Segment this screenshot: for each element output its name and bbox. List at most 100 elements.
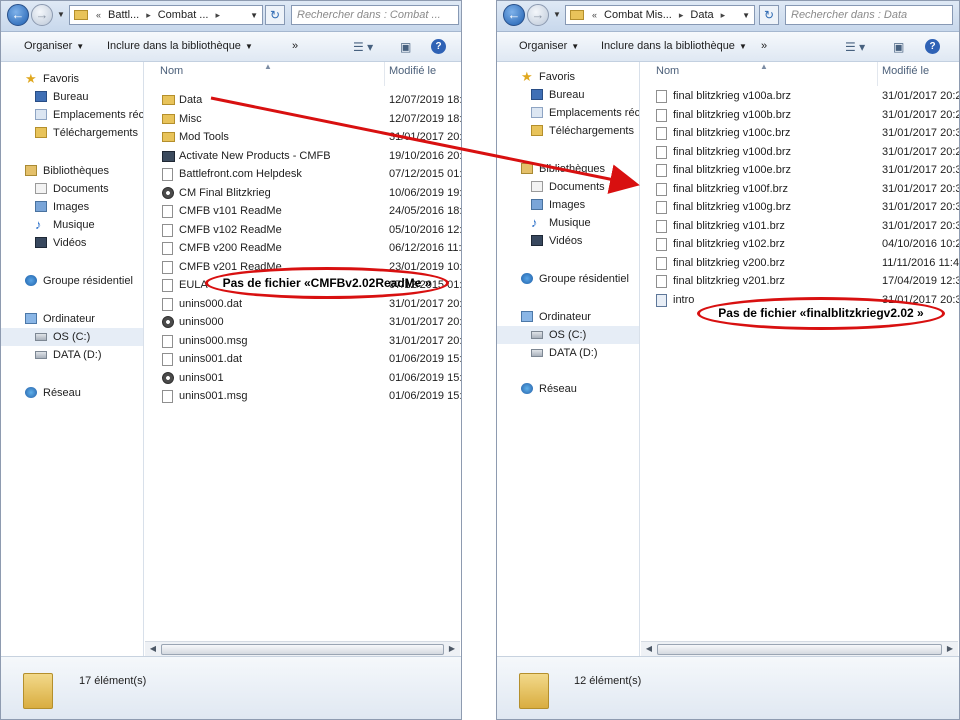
file-row[interactable]: final blitzkrieg v101.brz 31/01/2017 20:3 bbox=[640, 217, 959, 235]
nav-item[interactable]: OS (C:) bbox=[1, 328, 143, 346]
breadcrumb[interactable]: «Combat Mis... ▸ Data ▸ ▼ bbox=[565, 5, 755, 25]
file-row[interactable]: unins001 01/06/2019 15:0 bbox=[144, 369, 461, 387]
file-row[interactable]: unins000 31/01/2017 20:4 bbox=[144, 313, 461, 331]
address-dropdown-icon[interactable]: ▼ bbox=[738, 11, 754, 20]
view-options-icon[interactable]: ☰ ▾ bbox=[845, 40, 865, 54]
breadcrumb-chevron-icon[interactable]: ▸ bbox=[717, 10, 730, 21]
column-header-modified[interactable]: Modifié le bbox=[882, 65, 929, 77]
refresh-button[interactable]: ↻ bbox=[265, 5, 285, 25]
breadcrumb-chevron-icon[interactable]: ▸ bbox=[675, 10, 688, 21]
nav-item[interactable]: Emplacements réce bbox=[1, 106, 143, 124]
include-in-library-menu[interactable]: Inclure dans la bibliothèque ▼ bbox=[107, 40, 253, 52]
file-row[interactable]: CM Final Blitzkrieg 10/06/2019 19:1 bbox=[144, 184, 461, 202]
more-commands-button[interactable]: » bbox=[761, 40, 767, 52]
breadcrumb-chevron-icon[interactable]: ▸ bbox=[211, 10, 224, 21]
preview-pane-icon[interactable]: ▣ bbox=[893, 40, 904, 54]
organize-menu[interactable]: Organiser ▼ bbox=[24, 40, 84, 52]
nav-item[interactable]: Images bbox=[1, 198, 143, 216]
more-commands-button[interactable]: » bbox=[292, 40, 298, 52]
nav-item[interactable]: Téléchargements bbox=[497, 122, 639, 140]
search-input[interactable]: Rechercher dans : Combat ... bbox=[291, 5, 459, 25]
file-row[interactable]: Activate New Products - CMFB 19/10/2016 2… bbox=[144, 147, 461, 165]
nav-item[interactable]: Documents bbox=[1, 180, 143, 198]
include-in-library-menu[interactable]: Inclure dans la bibliothèque ▼ bbox=[601, 40, 747, 52]
scroll-right-icon[interactable]: ▶ bbox=[943, 643, 957, 655]
view-options-icon[interactable]: ☰ ▾ bbox=[353, 40, 373, 54]
nav-item[interactable]: Groupe résidentiel bbox=[1, 272, 143, 290]
file-row[interactable]: Misc 12/07/2019 18:1 bbox=[144, 110, 461, 128]
file-row[interactable]: Mod Tools 31/01/2017 20:3 bbox=[144, 128, 461, 146]
nav-item[interactable]: DATA (D:) bbox=[1, 346, 143, 364]
organize-menu[interactable]: Organiser ▼ bbox=[519, 40, 579, 52]
file-row[interactable]: final blitzkrieg v200.brz 11/11/2016 11:4 bbox=[640, 254, 959, 272]
nav-item[interactable]: Bibliothèques bbox=[1, 162, 143, 180]
refresh-button[interactable]: ↻ bbox=[759, 5, 779, 25]
nav-item[interactable]: OS (C:) bbox=[497, 326, 639, 344]
nav-item[interactable]: Documents bbox=[497, 178, 639, 196]
nav-item[interactable]: Réseau bbox=[497, 380, 639, 398]
nav-item[interactable]: Images bbox=[497, 196, 639, 214]
breadcrumb-segment[interactable]: Combat ... bbox=[155, 9, 212, 21]
nav-item[interactable]: Téléchargements bbox=[1, 124, 143, 142]
file-row[interactable]: Battlefront.com Helpdesk 07/12/2015 01:2 bbox=[144, 165, 461, 183]
file-row[interactable]: final blitzkrieg v100a.brz 31/01/2017 20:… bbox=[640, 87, 959, 105]
nav-item[interactable]: Bureau bbox=[1, 88, 143, 106]
help-icon[interactable]: ? bbox=[925, 39, 940, 54]
file-row[interactable]: CMFB v102 ReadMe 05/10/2016 12:0 bbox=[144, 221, 461, 239]
breadcrumb[interactable]: «Battl... ▸ Combat ... ▸ ▼ bbox=[69, 5, 263, 25]
nav-item[interactable]: Réseau bbox=[1, 384, 143, 402]
file-row[interactable]: final blitzkrieg v100g.brz 31/01/2017 20:… bbox=[640, 198, 959, 216]
nav-item[interactable]: Vidéos bbox=[497, 232, 639, 250]
horizontal-scrollbar[interactable]: ◀ ▶ bbox=[641, 641, 958, 656]
file-row[interactable]: unins001.msg 01/06/2019 15:0 bbox=[144, 387, 461, 405]
file-row[interactable]: final blitzkrieg v100c.brz 31/01/2017 20:… bbox=[640, 124, 959, 142]
back-button[interactable]: ← bbox=[503, 4, 525, 26]
breadcrumb-overflow-icon[interactable]: « bbox=[588, 10, 601, 20]
file-row[interactable]: final blitzkrieg v201.brz 17/04/2019 12:3 bbox=[640, 272, 959, 290]
file-row[interactable]: unins000.msg 31/01/2017 20:4 bbox=[144, 332, 461, 350]
file-row[interactable]: final blitzkrieg v100f.brz 31/01/2017 20:… bbox=[640, 180, 959, 198]
breadcrumb-overflow-icon[interactable]: « bbox=[92, 10, 105, 20]
recent-pages-chevron-icon[interactable]: ▼ bbox=[553, 10, 561, 19]
scrollbar-thumb[interactable] bbox=[161, 644, 444, 655]
file-row[interactable]: CMFB v200 ReadMe 06/12/2016 11:2 bbox=[144, 239, 461, 257]
column-divider[interactable] bbox=[877, 62, 878, 86]
file-row[interactable]: unins001.dat 01/06/2019 15:0 bbox=[144, 350, 461, 368]
file-row[interactable]: final blitzkrieg v100b.brz 31/01/2017 20:… bbox=[640, 106, 959, 124]
scroll-left-icon[interactable]: ◀ bbox=[642, 643, 656, 655]
help-icon[interactable]: ? bbox=[431, 39, 446, 54]
nav-item[interactable]: Emplacements réce bbox=[497, 104, 639, 122]
column-divider[interactable] bbox=[384, 62, 385, 86]
nav-item[interactable]: Ordinateur bbox=[1, 310, 143, 328]
nav-item[interactable]: Ordinateur bbox=[497, 308, 639, 326]
file-row[interactable]: final blitzkrieg v102.brz 04/10/2016 10:2 bbox=[640, 235, 959, 253]
column-header-name[interactable]: Nom bbox=[160, 65, 183, 77]
nav-item[interactable]: Groupe résidentiel bbox=[497, 270, 639, 288]
address-dropdown-icon[interactable]: ▼ bbox=[246, 11, 262, 20]
nav-item[interactable]: ♪ Musique bbox=[1, 216, 143, 234]
column-header-modified[interactable]: Modifié le bbox=[389, 65, 436, 77]
nav-item[interactable]: ♪ Musique bbox=[497, 214, 639, 232]
breadcrumb-segment[interactable]: Data bbox=[687, 9, 716, 21]
recent-pages-chevron-icon[interactable]: ▼ bbox=[57, 10, 65, 19]
forward-button[interactable]: → bbox=[31, 4, 53, 26]
scroll-right-icon[interactable]: ▶ bbox=[445, 643, 459, 655]
column-header-name[interactable]: Nom bbox=[656, 65, 679, 77]
nav-item[interactable]: Vidéos bbox=[1, 234, 143, 252]
breadcrumb-segment[interactable]: Combat Mis... bbox=[601, 9, 675, 21]
nav-item[interactable]: Bureau bbox=[497, 86, 639, 104]
file-row[interactable]: final blitzkrieg v100d.brz 31/01/2017 20:… bbox=[640, 143, 959, 161]
scroll-left-icon[interactable]: ◀ bbox=[146, 643, 160, 655]
breadcrumb-chevron-icon[interactable]: ▸ bbox=[142, 10, 155, 21]
file-row[interactable]: CMFB v101 ReadMe 24/05/2016 18:0 bbox=[144, 202, 461, 220]
file-row[interactable]: Data 12/07/2019 18:1 bbox=[144, 91, 461, 109]
search-input[interactable]: Rechercher dans : Data bbox=[785, 5, 953, 25]
nav-item[interactable]: ★ Favoris bbox=[497, 68, 639, 86]
breadcrumb-segment[interactable]: Battl... bbox=[105, 9, 142, 21]
horizontal-scrollbar[interactable]: ◀ ▶ bbox=[145, 641, 460, 656]
nav-item[interactable]: DATA (D:) bbox=[497, 344, 639, 362]
file-row[interactable]: final blitzkrieg v100e.brz 31/01/2017 20:… bbox=[640, 161, 959, 179]
preview-pane-icon[interactable]: ▣ bbox=[400, 40, 411, 54]
nav-item[interactable]: ★ Favoris bbox=[1, 70, 143, 88]
scrollbar-thumb[interactable] bbox=[657, 644, 942, 655]
